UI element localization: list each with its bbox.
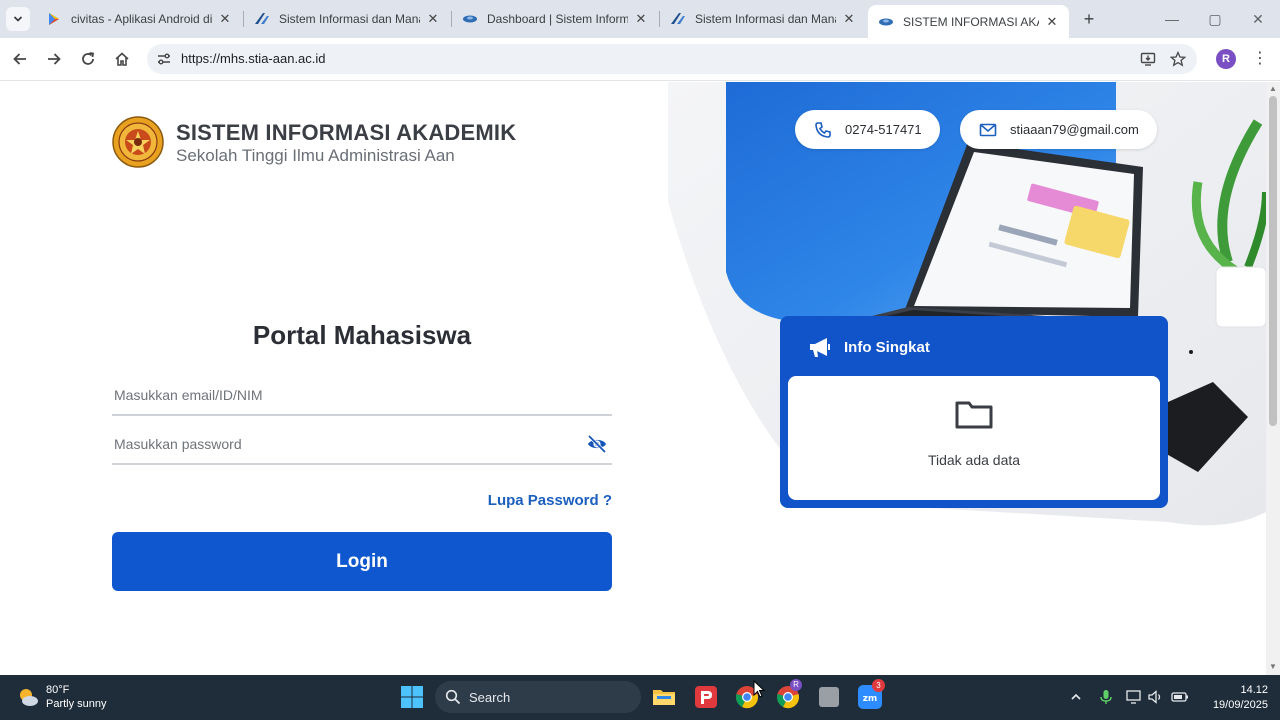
browser-tab[interactable]: Sistem Informasi dan Manaje ✕ — [660, 5, 866, 33]
windows-taskbar: 80°F Partly sunny Search R zm 3 14.12 19… — [0, 675, 1280, 720]
presenter-app-icon[interactable] — [692, 683, 720, 711]
arrow-right-icon — [48, 53, 61, 65]
microphone-icon[interactable] — [1096, 687, 1116, 707]
home-icon — [115, 52, 129, 66]
volume-icon[interactable] — [1146, 687, 1166, 707]
portal-icon — [878, 14, 894, 30]
empty-state-text: Tidak ada data — [927, 452, 1021, 468]
svg-text:zm: zm — [863, 694, 878, 704]
minimize-button[interactable]: — — [1160, 8, 1184, 30]
tab-title: Sistem Informasi dan Manaje — [695, 12, 836, 26]
siakad-icon — [670, 11, 686, 27]
chevron-down-icon — [13, 16, 23, 22]
windows-start-icon[interactable] — [400, 685, 424, 709]
zoom-watermark: zoom — [1094, 650, 1198, 675]
chrome-profile-icon[interactable]: R — [774, 679, 802, 711]
tab-title: Sistem Informasi dan Manaje — [279, 12, 420, 26]
portal-icon — [462, 11, 478, 27]
college-seal-logo — [112, 116, 164, 168]
tab-title: civitas - Aplikasi Android di G — [71, 12, 212, 26]
play-store-icon — [46, 11, 62, 27]
weather-condition: Partly sunny — [46, 698, 107, 710]
profile-avatar[interactable]: R — [1216, 49, 1236, 69]
app-subtitle: Sekolah Tinggi Ilmu Administrasi Aan — [176, 146, 455, 165]
reload-button[interactable] — [76, 47, 100, 71]
login-button[interactable]: Login — [112, 532, 612, 591]
clock-time: 14.12 — [1240, 684, 1268, 696]
app-title: SISTEM INFORMASI AKADEMIK — [176, 120, 517, 145]
taskbar-search[interactable]: Search — [435, 681, 641, 713]
install-app-icon[interactable] — [1139, 50, 1157, 68]
browser-toolbar: https://mhs.stia-aan.ac.id R ⋮ — [0, 38, 1280, 81]
megaphone-icon — [810, 338, 830, 357]
file-explorer-icon[interactable] — [650, 683, 678, 711]
info-singkat-card: Info Singkat Tidak ada data — [780, 316, 1168, 508]
tab-search-button[interactable] — [6, 7, 30, 31]
url-text[interactable]: https://mhs.stia-aan.ac.id — [181, 51, 326, 66]
siakad-icon — [254, 11, 270, 27]
mouse-cursor-icon — [753, 680, 765, 698]
blank-app-icon[interactable] — [815, 683, 843, 711]
browser-tab[interactable]: Dashboard | Sistem Informa ✕ — [452, 5, 658, 33]
reload-icon — [82, 52, 95, 65]
page-scrollbar[interactable]: ▲ ▼ — [1266, 82, 1280, 675]
browser-tab[interactable]: Sistem Informasi dan Manaje ✕ — [244, 5, 450, 33]
address-bar[interactable]: https://mhs.stia-aan.ac.id — [147, 44, 1197, 74]
forward-button[interactable] — [42, 47, 66, 71]
phone-icon — [813, 120, 833, 140]
new-tab-button[interactable]: + — [1078, 8, 1100, 30]
zoom-notification-badge: 3 — [872, 679, 885, 692]
scrollbar-thumb[interactable] — [1269, 96, 1277, 426]
portal-heading: Portal Mahasiswa — [252, 320, 472, 350]
maximize-button[interactable]: ▢ — [1203, 8, 1227, 30]
bookmark-star-icon[interactable] — [1169, 50, 1187, 68]
email-address: stiaaan79@gmail.com — [1010, 122, 1139, 137]
scroll-up-arrow-icon[interactable]: ▲ — [1268, 84, 1278, 93]
network-icon[interactable] — [1124, 687, 1144, 707]
mail-icon — [978, 120, 998, 140]
clock-date: 19/09/2025 — [1212, 699, 1268, 711]
password-input[interactable] — [114, 431, 574, 457]
info-header: Info Singkat — [808, 336, 930, 358]
show-hidden-icons-chevron-icon[interactable] — [1066, 687, 1086, 707]
back-button[interactable] — [8, 47, 32, 71]
browser-menu-icon[interactable]: ⋮ — [1252, 48, 1268, 70]
forgot-password-link[interactable]: Lupa Password ? — [400, 492, 612, 509]
tab-strip: civitas - Aplikasi Android di G ✕ Sistem… — [0, 0, 1280, 38]
home-button[interactable] — [110, 47, 134, 71]
weather-temp: 80°F — [46, 684, 70, 696]
email-input[interactable] — [114, 382, 574, 408]
window-close-button[interactable]: ✕ — [1246, 8, 1270, 30]
tab-close-button[interactable]: ✕ — [426, 11, 440, 27]
phone-number: 0274-517471 — [845, 122, 922, 137]
scroll-down-arrow-icon[interactable]: ▼ — [1268, 662, 1278, 671]
tab-close-button[interactable]: ✕ — [218, 11, 232, 27]
info-title: Info Singkat — [844, 338, 930, 356]
search-icon — [445, 689, 461, 705]
browser-tab-active[interactable]: SISTEM INFORMASI AKADEMIK ✕ — [868, 5, 1069, 38]
email-contact[interactable]: stiaaan79@gmail.com — [960, 110, 1157, 149]
search-label: Search — [469, 689, 511, 705]
partly-sunny-icon — [20, 689, 38, 706]
browser-tab[interactable]: civitas - Aplikasi Android di G ✕ — [36, 5, 242, 33]
tab-title: Dashboard | Sistem Informa — [487, 12, 628, 26]
arrow-left-icon — [13, 53, 26, 65]
password-field — [112, 425, 612, 465]
weather-widget[interactable]: 80°F Partly sunny — [16, 683, 107, 711]
tab-close-button[interactable]: ✕ — [634, 11, 648, 27]
email-field — [112, 376, 612, 416]
page-viewport: SISTEM INFORMASI AKADEMIK Sekolah Tinggi… — [0, 82, 1266, 675]
site-settings-icon[interactable] — [155, 50, 173, 68]
zoom-app-icon[interactable]: zm 3 — [856, 679, 885, 711]
tab-title: SISTEM INFORMASI AKADEMIK — [903, 14, 1039, 29]
system-clock[interactable]: 14.12 19/09/2025 — [1196, 683, 1268, 713]
folder-icon — [955, 401, 993, 429]
tab-close-button[interactable]: ✕ — [1045, 14, 1059, 30]
chrome-profile-badge: R — [790, 679, 802, 691]
battery-icon[interactable] — [1170, 687, 1190, 707]
info-content: Tidak ada data — [788, 376, 1160, 500]
phone-contact[interactable]: 0274-517471 — [795, 110, 940, 149]
eye-slash-icon[interactable] — [586, 433, 608, 455]
tab-close-button[interactable]: ✕ — [842, 11, 856, 27]
